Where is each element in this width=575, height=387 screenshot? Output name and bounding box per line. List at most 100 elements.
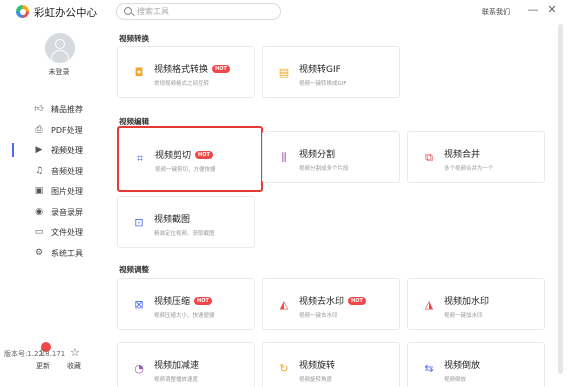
card-video-speed[interactable]: ◔ 视频加减速 视频调整播放速度	[117, 342, 255, 387]
video-speed-icon: ◔	[134, 362, 144, 375]
card-title: 视频剪切 HOT	[155, 148, 213, 161]
sidebar-item-video[interactable]: ▶ 视频处理	[0, 140, 105, 161]
card-title: 视频倒放	[444, 361, 481, 371]
card-desc: 视频旋转角度	[299, 377, 333, 383]
card-title: 视频旋转	[299, 361, 336, 371]
sidebar-item-pdf[interactable]: ⎙ PDF处理	[0, 120, 105, 141]
card-video-add-watermark[interactable]: ◮ 视频加水印 视频一键加水印	[407, 278, 545, 330]
card-desc: 精准定位视频、获取截图	[154, 231, 215, 237]
card-video-format-convert[interactable]: ◘ 视频格式转换 HOT 常规视频格式之间互转	[117, 46, 255, 98]
sidebar-nav: 👍︎ 精品推荐 ⎙ PDF处理 ▶ 视频处理 ♫ 音频处理 ▣ 图片处理 ◉ 录…	[0, 99, 105, 263]
sidebar: 未登录 👍︎ 精品推荐 ⎙ PDF处理 ▶ 视频处理 ♫ 音频处理 ▣ 图片处理	[0, 24, 105, 387]
version-text: 版本号:1.22.8.171	[4, 350, 66, 358]
user-head-icon	[55, 39, 65, 49]
video-icon: ▶	[35, 145, 43, 155]
card-title: 视频截图	[154, 215, 191, 225]
app-title: 彩虹办公中心	[34, 7, 97, 19]
close-button[interactable]: ✕	[546, 3, 558, 16]
hot-badge: HOT	[194, 297, 212, 305]
hot-badge: HOT	[348, 297, 366, 305]
card-desc: 视频一键剪切、方便快捷	[155, 167, 216, 173]
card-title: 视频合并	[444, 150, 481, 160]
card-desc: 视频分割成多个片段	[299, 166, 349, 172]
sidebar-item-label: 系统工具	[51, 248, 83, 258]
card-title: 视频加减速	[154, 361, 200, 371]
folder-icon: ▭	[34, 227, 44, 237]
sidebar-item-label: 录音录屏	[51, 207, 83, 217]
card-video-reverse[interactable]: ⇆ 视频倒放 视频倒放	[407, 342, 545, 387]
sidebar-item-audio[interactable]: ♫ 音频处理	[0, 161, 105, 182]
system-icon: ⚙	[34, 247, 44, 258]
sidebar-item-label: PDF处理	[51, 125, 83, 135]
login-status[interactable]: 未登录	[0, 67, 118, 77]
star-icon: ☆	[70, 346, 80, 359]
sidebar-item-label: 视频处理	[51, 146, 83, 155]
video-screenshot-icon: ⊡	[134, 216, 144, 229]
hot-badge: HOT	[212, 65, 230, 73]
watermark-remove-icon: ◭	[279, 298, 289, 311]
image-icon: ▣	[34, 186, 44, 196]
card-video-to-gif[interactable]: ▤ 视频转GIF 视频一键转换成GIF	[262, 46, 400, 98]
card-video-merge[interactable]: ⧉ 视频合并 多个视频合并为一个	[407, 131, 545, 183]
card-title: 视频分割	[299, 150, 336, 160]
card-desc: 多个视频合并为一个	[444, 166, 494, 172]
video-compress-icon: ⊠	[134, 298, 144, 311]
card-video-screenshot[interactable]: ⊡ 视频截图 精准定位视频、获取截图	[117, 196, 255, 248]
video-reverse-icon: ⇆	[424, 362, 434, 375]
main-content: 视频转换 ◘ 视频格式转换 HOT 常规视频格式之间互转 ▤ 视频转GIF 视频一…	[105, 24, 557, 387]
card-desc: 视频调整播放速度	[154, 377, 199, 383]
card-video-cut[interactable]: ⌗ 视频剪切 HOT 视频一键剪切、方便快捷	[117, 126, 263, 192]
sidebar-item-recommended[interactable]: 👍︎ 精品推荐	[0, 99, 105, 120]
sidebar-item-label: 精品推荐	[51, 105, 83, 114]
card-title: 视频加水印	[444, 297, 490, 307]
avatar[interactable]	[45, 33, 75, 63]
card-title: 视频去水印 HOT	[299, 294, 366, 307]
card-desc: 视频倒放	[444, 377, 467, 383]
hot-badge: HOT	[195, 151, 213, 159]
app-logo-icon	[16, 5, 29, 18]
content-scrollbar[interactable]	[558, 24, 563, 374]
sidebar-item-label: 图片处理	[51, 187, 83, 196]
music-icon: ♫	[34, 165, 44, 176]
sidebar-item-record[interactable]: ◉ 录音录屏	[0, 202, 105, 223]
section-title-adjust: 视频调整	[119, 265, 149, 274]
video-cut-icon: ⌗	[136, 152, 144, 165]
video-merge-icon: ⧉	[425, 151, 433, 164]
sidebar-item-label: 文件处理	[51, 228, 83, 237]
sidebar-item-label: 音频处理	[51, 166, 83, 176]
card-desc: 视频一键转换成GIF	[299, 81, 347, 87]
watermark-add-icon: ◮	[424, 298, 434, 311]
sidebar-item-image[interactable]: ▣ 图片处理	[0, 181, 105, 202]
favorite-label: 收藏	[67, 362, 81, 370]
search-icon	[124, 7, 132, 15]
update-label: 更新	[36, 362, 50, 370]
card-desc: 视频一键去水印	[299, 313, 338, 319]
card-desc: 视频压缩大小、快速便捷	[154, 313, 215, 319]
search-input[interactable]	[137, 5, 275, 18]
record-icon: ◉	[35, 206, 43, 217]
card-video-rotate[interactable]: ↻ 视频旋转 视频旋转角度	[262, 342, 400, 387]
search-box[interactable]	[116, 3, 281, 20]
user-body-icon	[51, 50, 69, 62]
card-title: 视频格式转换 HOT	[154, 62, 230, 75]
card-title: 视频转GIF	[299, 65, 341, 75]
title-bar: 彩虹办公中心 联系我们 — ✕	[0, 0, 575, 24]
sidebar-item-file[interactable]: ▭ 文件处理	[0, 222, 105, 243]
video-rotate-icon: ↻	[279, 362, 289, 375]
sidebar-item-system[interactable]: ⚙ 系统工具	[0, 243, 105, 264]
card-video-remove-watermark[interactable]: ◭ 视频去水印 HOT 视频一键去水印	[262, 278, 400, 330]
video-split-icon: ⫼	[281, 151, 287, 164]
card-desc: 视频一键加水印	[444, 313, 483, 319]
section-title-convert: 视频转换	[119, 34, 149, 43]
minimize-button[interactable]: —	[527, 3, 539, 16]
video-convert-icon: ◘	[134, 66, 144, 79]
card-desc: 常规视频格式之间互转	[154, 81, 210, 87]
pdf-icon: ⎙	[35, 124, 43, 135]
card-video-compress[interactable]: ⊠ 视频压缩 HOT 视频压缩大小、快速便捷	[117, 278, 255, 330]
card-title: 视频压缩 HOT	[154, 294, 212, 307]
thumb-up-icon: 👍︎	[34, 104, 44, 114]
card-video-split[interactable]: ⫼ 视频分割 视频分割成多个片段	[262, 131, 400, 183]
app-window: 彩虹办公中心 联系我们 — ✕ 未登录 👍︎ 精品推荐 ⎙ PDF处理 ▶	[0, 0, 575, 387]
gif-icon: ▤	[278, 66, 290, 79]
contact-us-link[interactable]: 联系我们	[482, 7, 510, 17]
